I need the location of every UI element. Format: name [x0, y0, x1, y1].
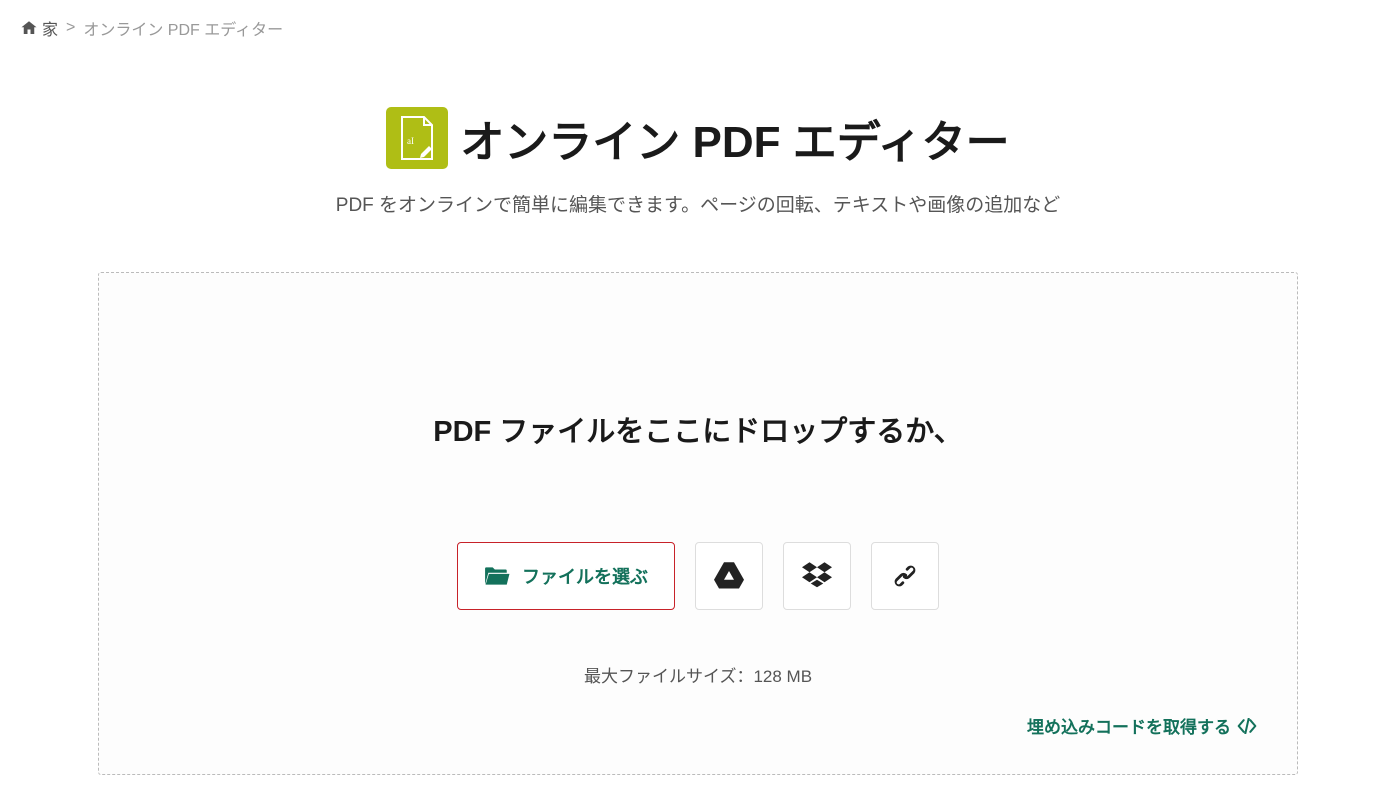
home-icon [20, 19, 38, 37]
folder-open-icon [484, 565, 510, 587]
pdf-editor-logo: aI [386, 107, 448, 169]
breadcrumb-home-link[interactable]: 家 [20, 16, 58, 40]
choose-file-label: ファイルを選ぶ [522, 563, 648, 589]
page-title: オンライン PDF エディター [460, 106, 1009, 170]
document-edit-icon: aI [397, 114, 437, 162]
header-title-row: aI オンライン PDF エディター [0, 106, 1396, 170]
code-icon [1237, 718, 1257, 734]
link-icon [890, 562, 920, 590]
embed-label: 埋め込みコードを取得する [1027, 713, 1231, 738]
url-button[interactable] [871, 542, 939, 610]
max-file-size-label: 最大ファイルサイズ：128 MB [584, 662, 812, 687]
dropzone-instruction: PDF ファイルをここにドロップするか、 [433, 408, 962, 450]
dropbox-button[interactable] [783, 542, 851, 610]
file-dropzone[interactable]: PDF ファイルをここにドロップするか、 ファイルを選ぶ 最大ファイルサイズ：1… [98, 272, 1298, 775]
get-embed-code-link[interactable]: 埋め込みコードを取得する [1027, 713, 1257, 738]
choose-file-button[interactable]: ファイルを選ぶ [457, 542, 675, 610]
page-header: aI オンライン PDF エディター PDF をオンラインで簡単に編集できます。… [0, 106, 1396, 217]
upload-button-row: ファイルを選ぶ [457, 542, 939, 610]
dropbox-icon [802, 562, 832, 590]
google-drive-icon [714, 562, 744, 590]
breadcrumb-home-label: 家 [42, 16, 58, 40]
svg-text:aI: aI [407, 136, 414, 146]
breadcrumb: 家 > オンライン PDF エディター [0, 0, 1396, 56]
google-drive-button[interactable] [695, 542, 763, 610]
breadcrumb-separator: > [66, 19, 75, 37]
page-subtitle: PDF をオンラインで簡単に編集できます。ページの回転、テキストや画像の追加など [0, 190, 1396, 217]
breadcrumb-current: オンライン PDF エディター [83, 16, 283, 40]
